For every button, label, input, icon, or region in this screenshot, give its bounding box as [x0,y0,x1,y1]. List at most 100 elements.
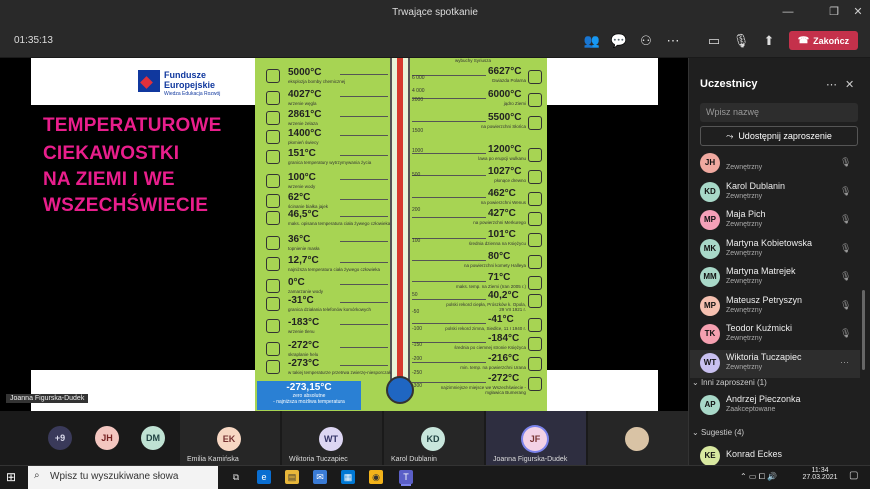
clock[interactable]: 11:34 27.03.2021 [802,467,838,481]
leader-line [340,347,388,348]
temperature-icon [266,319,280,333]
tray-icons[interactable]: ⌃ ▭ ⧠ 🔊 [740,472,777,482]
mic-muted-icon[interactable]: 🎙 [840,328,851,339]
temperature-icon [266,91,280,105]
window-title: Trwające spotkanie [392,6,478,18]
participant-avatar: TK [700,324,720,344]
participant-status: Zewnętrzny [726,306,763,314]
more-options-icon[interactable]: ⋯ [840,357,849,368]
participant-row[interactable]: MM Martyna Matrejek Zewnętrzny 🎙 [690,264,860,292]
mail-icon[interactable]: ✉ [313,470,327,484]
leader-line [340,155,388,156]
temperature-description: topnienie masła [288,246,320,251]
leader-line [412,342,486,343]
tile-name: Wiktoria Tuczapiec [289,456,348,463]
minimize-icon[interactable]: — [780,4,796,20]
temperature-icon [266,257,280,271]
temperature-icon [266,360,280,374]
chat-icon[interactable]: 💬 [610,32,628,50]
file-explorer-icon[interactable]: ▤ [285,470,299,484]
leader-line [340,216,388,217]
section-label: Inni zaproszeni (1) [700,378,767,387]
breakout-rooms-icon[interactable]: ⚇ [637,32,655,50]
temperature-description: na powierzchni Merkurego [473,220,526,225]
tile-avatar: EK [217,427,241,451]
taskbar-search-input[interactable]: Wpisz tu wyszukiwane słowa [28,466,218,489]
mic-muted-icon[interactable]: 🎙 [840,271,851,282]
temperature-value: 80°C [488,251,511,262]
section-invited-header[interactable]: ⌄ Inni zaproszeni (1) [692,378,767,387]
temperature-value: 6627°C [488,66,522,77]
section-suggestions-header[interactable]: ⌄ Sugestie (4) [692,428,744,437]
temperature-icon [528,357,542,371]
participant-row[interactable]: KD Karol Dublanin Zewnętrzny 🎙 [690,179,860,207]
participant-row[interactable]: JH Zewnętrzny 🎙 [690,150,860,178]
temperature-icon [528,70,542,84]
more-participants-badge[interactable]: +9 [48,426,72,450]
panel-title: Uczestnicy [700,78,758,90]
participant-avatar: MM [700,267,720,287]
scale-label: 1000 [412,148,424,154]
temperature-value: 151°C [288,148,316,159]
chrome-icon[interactable]: ◉ [369,470,383,484]
scale-label: 100 [412,238,421,244]
notification-icon[interactable]: ▢ [849,470,858,481]
task-view-icon[interactable]: ⧉ [229,470,243,484]
participant-row[interactable]: TK Teodor Kuźmicki Zewnętrzny 🎙 [690,321,860,349]
scale-label: 200 [412,207,421,213]
temperature-description: wrzenie wody [288,184,316,189]
participant-row[interactable]: MP Mateusz Petryszyn Zewnętrzny 🎙 [690,293,860,321]
temperature-value: -183°C [288,317,320,328]
temperature-value: 1027°C [488,166,522,177]
participant-avatar: JH [700,153,720,173]
mic-muted-icon[interactable]: 🎙 [840,300,851,311]
mic-muted-icon[interactable]: 🎙 [840,243,851,254]
teams-icon[interactable]: T [399,470,413,484]
participant-avatar[interactable]: JH [95,426,119,450]
windows-start-icon[interactable]: ⊞ [6,470,20,484]
mic-muted-icon[interactable]: 🎙 [840,157,851,168]
temperature-icon [266,111,280,125]
presenter-label: Joanna Figurska-Dudek [6,394,89,403]
maximize-icon[interactable]: ❐ [826,4,842,20]
temperature-description: granica temperatury wytrzymywania życia [288,160,372,165]
share-screen-icon[interactable]: ⬆ [760,32,778,50]
section-label: Sugestie (4) [700,428,745,437]
panel-scrollbar[interactable] [862,290,865,370]
panel-close-icon[interactable]: ✕ [845,78,854,91]
participant-search-input[interactable]: Wpisz nazwę [700,103,858,122]
participants-icon[interactable]: 👥 [583,32,601,50]
store-icon[interactable]: ▦ [341,470,355,484]
temperature-icon [528,212,542,226]
participant-status: Zewnętrzny [726,164,763,171]
participant-row[interactable]: WT Wiktoria Tuczapiec Zewnętrzny ⋯ [690,349,860,378]
temperature-description: polski rekord zimna, Siedlce, 11 I 1940 … [445,326,526,331]
share-invite-button[interactable]: ⤳ Udostępnij zaproszenie [700,126,858,146]
edge-icon[interactable]: e [257,470,271,484]
invited-row[interactable]: AP Andrzej Pieczonka Zaakceptowane [690,392,860,420]
mic-muted-icon[interactable]: 🎙 [840,186,851,197]
panel-more-icon[interactable]: ⋯ [826,78,837,91]
temperature-value: 4027°C [288,89,322,100]
participant-avatar: AP [700,395,720,415]
participant-row[interactable]: MP Maja Pich Zewnętrzny 🎙 [690,207,860,235]
mic-muted-icon[interactable]: 🎙 [840,214,851,225]
participant-row[interactable]: MK Martyna Kobietowska Zewnętrzny 🎙 [690,236,860,264]
leave-button[interactable]: ☎ Zakończ [789,31,858,50]
temperature-value: -41°C [488,314,514,325]
close-window-icon[interactable]: ✕ [850,4,866,20]
camera-off-icon[interactable]: ▭ [705,32,723,50]
leader-line [412,238,486,239]
suggestion-row[interactable]: KE Konrad Eckes [690,443,860,466]
participant-avatar: WT [700,352,720,373]
temperature-value: 62°C [288,192,311,203]
participant-avatar[interactable]: DM [141,426,165,450]
leader-line [340,302,388,303]
leader-line [340,365,388,366]
profile-photo [625,427,649,451]
scale-label: -300 [412,383,423,389]
more-options-icon[interactable]: ⋯ [664,32,682,50]
temperature-value: 1400°C [288,128,322,139]
leader-line [340,116,388,117]
mic-muted-icon[interactable]: 🎙 [732,32,750,50]
